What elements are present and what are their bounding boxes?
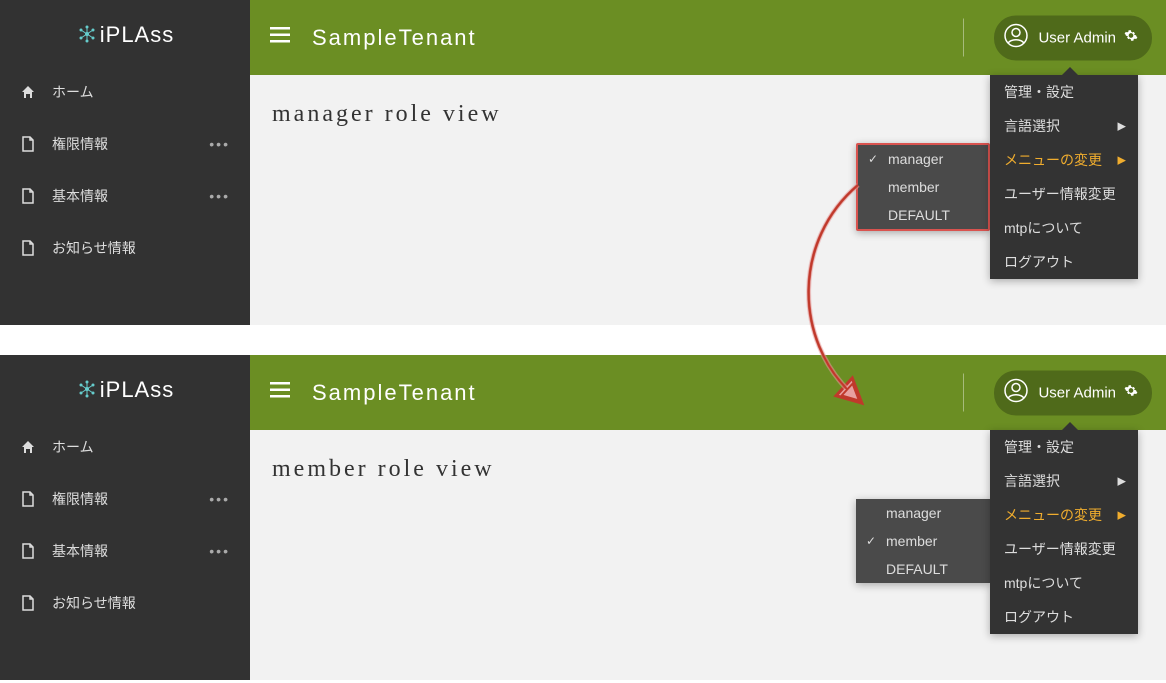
sidebar: iPLAss ホーム 権限情報 ••• 基本情報 ••• お知らせ情報	[0, 355, 250, 680]
logo-icon	[76, 23, 98, 45]
dropdown-item-user-info[interactable]: ユーザー情報変更	[990, 177, 1138, 211]
hamburger-icon[interactable]	[270, 382, 290, 403]
hamburger-icon[interactable]	[270, 27, 290, 48]
more-icon[interactable]: •••	[209, 136, 230, 152]
more-icon[interactable]: •••	[209, 491, 230, 507]
sidebar-item-basic[interactable]: 基本情報 •••	[0, 170, 250, 222]
dropdown-item-logout[interactable]: ログアウト	[990, 600, 1138, 634]
gear-icon	[1124, 28, 1138, 47]
main-area: SampleTenant User Admin manager role vie…	[250, 0, 1166, 325]
header: SampleTenant User Admin	[250, 0, 1166, 75]
document-icon	[18, 543, 38, 559]
more-icon[interactable]: •••	[209, 188, 230, 204]
role-item-default[interactable]: DEFAULT	[858, 201, 988, 229]
role-submenu: ✓manager member DEFAULT	[856, 143, 990, 231]
role-item-manager[interactable]: manager	[856, 499, 990, 527]
user-dropdown: 管理・設定 言語選択▶ メニューの変更▶ ユーザー情報変更 mtpについて ログ…	[990, 75, 1138, 279]
user-icon	[1004, 23, 1028, 52]
document-icon	[18, 136, 38, 152]
panel-manager: iPLAss ホーム 権限情報 ••• 基本情報 ••• お知らせ情報 Samp…	[0, 0, 1166, 325]
tenant-title: SampleTenant	[312, 380, 477, 406]
sidebar-item-permission[interactable]: 権限情報 •••	[0, 473, 250, 525]
dropdown-item-menu-change[interactable]: メニューの変更▶	[990, 143, 1138, 177]
dropdown-item-admin[interactable]: 管理・設定	[990, 75, 1138, 109]
dropdown-item-language[interactable]: 言語選択▶	[990, 109, 1138, 143]
chevron-right-icon: ▶	[1118, 120, 1126, 133]
header: SampleTenant User Admin	[250, 355, 1166, 430]
tenant-title: SampleTenant	[312, 25, 477, 51]
divider	[963, 19, 964, 57]
sidebar-item-basic[interactable]: 基本情報 •••	[0, 525, 250, 577]
divider	[963, 374, 964, 412]
sidebar-item-label: ホーム	[52, 82, 94, 102]
check-icon: ✓	[866, 534, 876, 548]
user-name: User Admin	[1038, 384, 1116, 401]
sidebar-item-home[interactable]: ホーム	[0, 421, 250, 473]
home-icon	[18, 84, 38, 100]
dropdown-item-logout[interactable]: ログアウト	[990, 245, 1138, 279]
sidebar-item-label: お知らせ情報	[52, 593, 136, 613]
sidebar-item-label: 権限情報	[52, 489, 108, 509]
sidebar-item-label: ホーム	[52, 437, 94, 457]
user-menu-button[interactable]: User Admin	[994, 370, 1152, 415]
chevron-right-icon: ▶	[1118, 475, 1126, 488]
sidebar-item-label: お知らせ情報	[52, 238, 136, 258]
dropdown-item-admin[interactable]: 管理・設定	[990, 430, 1138, 464]
user-menu-button[interactable]: User Admin	[994, 15, 1152, 60]
dropdown-item-menu-change[interactable]: メニューの変更▶	[990, 498, 1138, 532]
role-submenu: manager ✓member DEFAULT	[856, 499, 990, 583]
logo-text: iPLAss	[100, 377, 174, 402]
more-icon[interactable]: •••	[209, 543, 230, 559]
role-item-default[interactable]: DEFAULT	[856, 555, 990, 583]
user-dropdown: 管理・設定 言語選択▶ メニューの変更▶ ユーザー情報変更 mtpについて ログ…	[990, 430, 1138, 634]
gear-icon	[1124, 383, 1138, 402]
sidebar-item-notice[interactable]: お知らせ情報	[0, 577, 250, 629]
logo: iPLAss	[0, 355, 250, 421]
role-item-manager[interactable]: ✓manager	[858, 145, 988, 173]
logo: iPLAss	[0, 0, 250, 66]
dropdown-item-user-info[interactable]: ユーザー情報変更	[990, 532, 1138, 566]
home-icon	[18, 439, 38, 455]
role-item-member[interactable]: member	[858, 173, 988, 201]
user-area: User Admin	[963, 370, 1152, 415]
dropdown-item-language[interactable]: 言語選択▶	[990, 464, 1138, 498]
user-icon	[1004, 378, 1028, 407]
chevron-right-icon: ▶	[1118, 509, 1126, 522]
sidebar-item-home[interactable]: ホーム	[0, 66, 250, 118]
user-area: User Admin	[963, 15, 1152, 60]
document-icon	[18, 491, 38, 507]
sidebar-item-label: 権限情報	[52, 134, 108, 154]
sidebar-item-notice[interactable]: お知らせ情報	[0, 222, 250, 274]
sidebar: iPLAss ホーム 権限情報 ••• 基本情報 ••• お知らせ情報	[0, 0, 250, 325]
document-icon	[18, 188, 38, 204]
user-name: User Admin	[1038, 29, 1116, 46]
logo-icon	[76, 378, 98, 400]
logo-text: iPLAss	[100, 22, 174, 47]
chevron-right-icon: ▶	[1118, 154, 1126, 167]
panel-member: iPLAss ホーム 権限情報 ••• 基本情報 ••• お知らせ情報 Samp…	[0, 355, 1166, 680]
sidebar-item-label: 基本情報	[52, 186, 108, 206]
sidebar-item-permission[interactable]: 権限情報 •••	[0, 118, 250, 170]
dropdown-item-about[interactable]: mtpについて	[990, 566, 1138, 600]
sidebar-item-label: 基本情報	[52, 541, 108, 561]
main-area: SampleTenant User Admin member role view…	[250, 355, 1166, 680]
role-item-member[interactable]: ✓member	[856, 527, 990, 555]
check-icon: ✓	[868, 152, 878, 166]
document-icon	[18, 595, 38, 611]
dropdown-item-about[interactable]: mtpについて	[990, 211, 1138, 245]
document-icon	[18, 240, 38, 256]
